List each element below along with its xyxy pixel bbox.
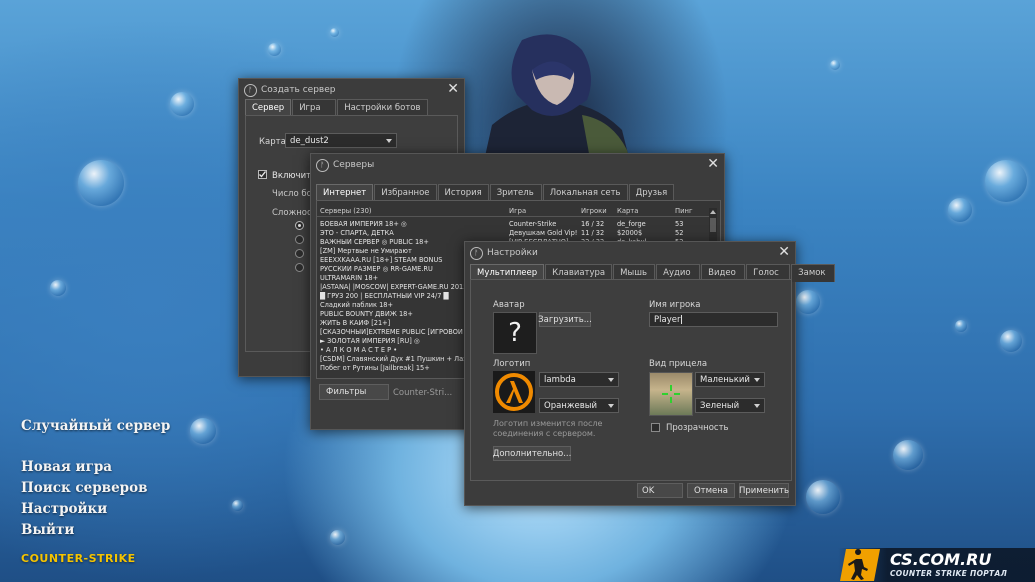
crosshair-size-select[interactable]: Маленький — [695, 372, 765, 387]
servers-title: Серверы — [333, 160, 375, 170]
lambda-logo-icon — [493, 371, 535, 413]
text-cursor — [681, 315, 683, 324]
site-logo-text: CS.COM.RU — [890, 550, 992, 569]
column-header-map[interactable]: Карта — [617, 207, 638, 215]
difficulty-radio-4[interactable] — [295, 263, 304, 272]
tab-lock[interactable]: Замок — [791, 264, 836, 282]
server-players: 16 / 32 — [581, 220, 605, 228]
logo-note: Логотип изменится после соединения с сер… — [493, 419, 603, 438]
logo-label: Логотип — [493, 359, 531, 369]
logo-select[interactable]: lambda — [539, 372, 619, 387]
ok-button[interactable]: OK — [637, 483, 683, 498]
player-name-input[interactable]: Player — [649, 312, 778, 327]
server-ping: 53 — [675, 220, 684, 228]
difficulty-radio-1[interactable] — [295, 221, 304, 230]
menu-exit[interactable]: Выйти — [21, 522, 74, 538]
player-name-label: Имя игрока — [649, 300, 701, 310]
site-watermark: CS.COM.RU COUNTER STRIKE ПОРТАЛ — [838, 548, 1035, 582]
server-players: 11 / 32 — [581, 229, 605, 237]
chevron-down-icon — [608, 403, 614, 408]
server-map: $2000$ — [617, 229, 643, 237]
close-icon[interactable]: ✕ — [778, 244, 790, 260]
settings-window[interactable]: ᚨ Настройки ✕ Мультиплеер Клавиатура Мыш… — [464, 241, 836, 506]
map-select[interactable]: de_dust2 — [285, 133, 397, 148]
logo-select-value: lambda — [544, 374, 576, 385]
scroll-thumb[interactable] — [710, 218, 716, 232]
server-map: de_forge — [617, 220, 646, 228]
radio-dot — [298, 224, 301, 227]
steam-logo-icon: ᚨ — [316, 158, 329, 172]
advanced-button[interactable]: Дополнительно... — [493, 446, 571, 461]
transparency-label: Прозрачность — [666, 423, 729, 433]
filters-button[interactable]: Фильтры — [319, 384, 389, 400]
server-name: БОЕВАЯ ИМПЕРИЯ 18+ ◎ — [320, 220, 407, 228]
server-name: ЭТО - СПАРТА, ДЕТКА — [320, 229, 394, 237]
bots-checkbox[interactable] — [258, 170, 267, 179]
chevron-down-icon — [608, 377, 614, 382]
crosshair-size-value: Маленький — [700, 374, 750, 385]
column-header-players[interactable]: Игроки — [581, 207, 607, 215]
upload-avatar-button[interactable]: Загрузить... — [538, 312, 592, 327]
crosshair-color-select[interactable]: Зеленый — [695, 398, 765, 413]
logo-color-value: Оранжевый — [544, 400, 597, 411]
scroll-up-icon[interactable] — [710, 210, 716, 214]
apply-button[interactable]: Применить — [739, 483, 789, 498]
servers-titlebar[interactable]: ᚨ Серверы — [311, 154, 724, 176]
difficulty-radio-2[interactable] — [295, 235, 304, 244]
column-header-servers[interactable]: Серверы (230) — [320, 207, 372, 215]
create-server-titlebar[interactable]: ᚨ Создать сервер — [239, 79, 464, 101]
checkmark-icon — [259, 171, 267, 178]
table-row[interactable]: БОЕВАЯ ИМПЕРИЯ 18+ ◎ Counter-Strike 16 / 3… — [320, 220, 710, 229]
chevron-down-icon — [754, 377, 760, 382]
table-row[interactable]: ЭТО - СПАРТА, ДЕТКА Девушкам Gold Vip! 11 … — [320, 229, 710, 238]
player-name-value: Player — [654, 314, 681, 325]
server-game: Counter-Strike — [509, 220, 557, 228]
settings-titlebar[interactable]: ᚨ Настройки — [465, 242, 795, 264]
crosshair-preview — [649, 372, 693, 416]
server-game: Девушкам Gold Vip! — [509, 229, 578, 237]
close-icon[interactable]: ✕ — [447, 81, 459, 97]
menu-random-server[interactable]: Случайный сервер — [21, 418, 170, 434]
close-icon[interactable]: ✕ — [707, 156, 719, 172]
settings-title: Настройки — [487, 248, 538, 258]
transparency-checkbox[interactable] — [651, 423, 660, 432]
avatar-label: Аватар — [493, 300, 525, 310]
crosshair-color-value: Зеленый — [700, 400, 740, 411]
avatar-placeholder: ? — [508, 318, 522, 348]
steam-logo-icon: ᚨ — [244, 83, 257, 97]
menu-find-servers[interactable]: Поиск серверов — [21, 480, 147, 496]
chevron-down-icon — [754, 403, 760, 408]
difficulty-radio-3[interactable] — [295, 249, 304, 258]
column-header-ping[interactable]: Пинг — [675, 207, 693, 215]
create-server-title: Создать сервер — [261, 85, 336, 95]
logo-color-select[interactable]: Оранжевый — [539, 398, 619, 413]
chevron-down-icon — [386, 138, 392, 143]
crosshair-label: Вид прицела — [649, 359, 708, 369]
character-illustration — [482, 34, 632, 170]
steam-logo-icon: ᚨ — [470, 246, 483, 260]
menu-new-game[interactable]: Новая игра — [21, 459, 112, 475]
column-header-game[interactable]: Игра — [509, 207, 526, 215]
map-select-value: de_dust2 — [290, 135, 329, 146]
avatar: ? — [493, 312, 537, 354]
server-ping: 52 — [675, 229, 684, 237]
game-logo-text: COUNTER-STRIKE — [21, 552, 136, 565]
menu-settings[interactable]: Настройки — [21, 501, 107, 517]
soldier-icon — [840, 549, 880, 581]
filter-summary: Counter-Stri... — [393, 388, 453, 398]
map-label: Карта — [259, 137, 286, 147]
site-tagline: COUNTER STRIKE ПОРТАЛ — [890, 569, 1008, 578]
servers-table-header: Серверы (230) Игра Игроки Карта Пинг — [317, 206, 717, 217]
cancel-button[interactable]: Отмена — [687, 483, 735, 498]
counter-strike-logo: COUNTER-STRIKE — [21, 552, 136, 565]
